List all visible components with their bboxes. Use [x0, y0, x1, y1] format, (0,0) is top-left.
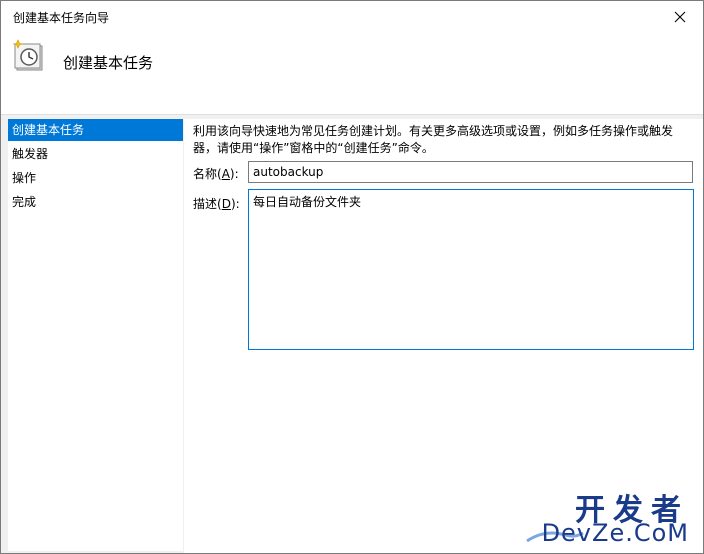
page-heading: 创建基本任务 — [63, 54, 154, 72]
close-button[interactable] — [657, 1, 703, 32]
name-accelerator: A — [221, 167, 230, 181]
wizard-steps-nav: 创建基本任务 触发器 操作 完成 — [8, 119, 183, 551]
description-textarea[interactable]: 每日自动备份文件夹 — [248, 189, 694, 350]
nav-item-create-basic-task[interactable]: 创建基本任务 — [8, 119, 183, 141]
nav-item-finish[interactable]: 完成 — [8, 191, 183, 213]
nav-item-trigger[interactable]: 触发器 — [8, 143, 183, 165]
close-icon — [674, 11, 686, 22]
name-label-text: 名称 — [193, 167, 218, 181]
description-label-text: 描述 — [193, 197, 218, 211]
name-label: 名称(A): — [193, 167, 239, 181]
wizard-window: 创建基本任务向导 创建基本任务 创建基本任务 触发器 操作 完成 利用该向导快速… — [0, 0, 704, 554]
wizard-content: 利用该向导快速地为常见任务创建计划。有关更多高级选项或设置，例如多任务操作或触发… — [184, 119, 703, 553]
intro-text: 利用该向导快速地为常见任务创建计划。有关更多高级选项或设置，例如多任务操作或触发… — [193, 124, 674, 155]
window-title: 创建基本任务向导 — [13, 11, 110, 25]
scheduled-task-clock-icon — [12, 39, 43, 71]
nav-item-action[interactable]: 操作 — [8, 167, 183, 189]
description-label: 描述(D): — [193, 197, 240, 211]
wizard-header: 创建基本任务 — [1, 32, 703, 115]
title-bar: 创建基本任务向导 — [1, 1, 703, 32]
description-accelerator: D — [221, 197, 231, 211]
name-input[interactable] — [248, 161, 693, 183]
